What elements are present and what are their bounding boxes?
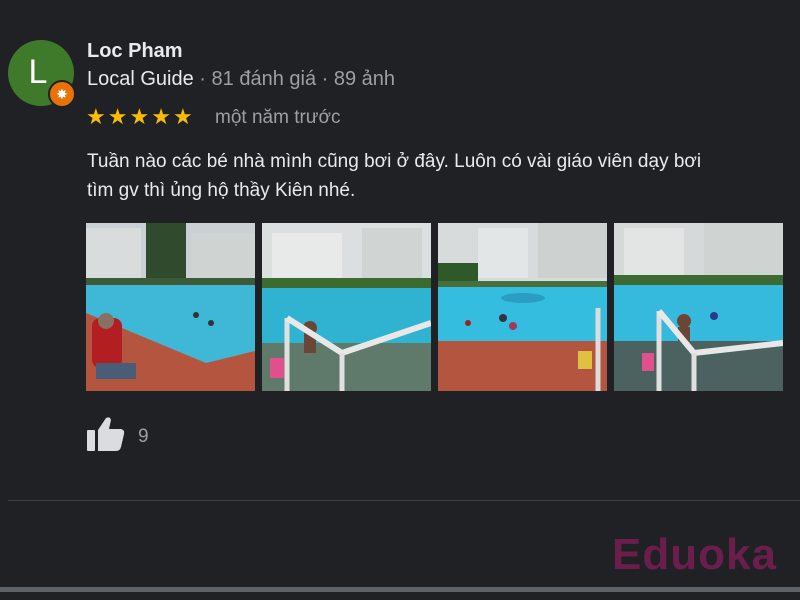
reviewer-meta: Local Guide · 81 đánh giá · 89 ảnh <box>87 68 395 91</box>
star-icon: ★ <box>107 104 128 129</box>
review-text-line: Tuần nào các bé nhà mình cũng bơi ở đây.… <box>87 151 702 172</box>
local-guide-label: Local Guide <box>87 68 194 90</box>
review-text: Tuần nào các bé nhà mình cũng bơi ở đây.… <box>87 147 800 205</box>
review-text-line: tìm gv thì ủng hộ thầy Kiên nhé. <box>87 180 356 201</box>
like-row: 9 <box>86 416 149 457</box>
review-photos <box>86 223 783 391</box>
reviewer-name[interactable]: Loc Pham <box>87 40 183 63</box>
review-time: một năm trước <box>215 107 341 128</box>
eduoka-watermark: Eduoka <box>612 530 777 579</box>
star-icon: ★ <box>86 104 106 129</box>
review-photo-2[interactable] <box>262 223 431 391</box>
star-icon: ★ <box>129 104 150 129</box>
review-photo-1[interactable] <box>86 223 255 391</box>
local-guide-star-icon: ✸ <box>48 80 76 108</box>
thumbs-up-icon[interactable] <box>86 416 126 457</box>
like-count: 9 <box>138 425 149 447</box>
star-icon: ★ <box>172 104 193 129</box>
divider <box>8 500 800 501</box>
review-photo-4[interactable] <box>614 223 783 391</box>
review-photo-3[interactable] <box>438 223 607 391</box>
bottom-bar <box>0 587 800 592</box>
review-photo-counts: · 81 đánh giá · 89 ảnh <box>193 68 396 90</box>
avatar-initial: L <box>28 52 48 91</box>
star-icon: ★ <box>151 104 171 129</box>
star-rating: ★ ★ ★ ★ ★ <box>86 104 193 130</box>
